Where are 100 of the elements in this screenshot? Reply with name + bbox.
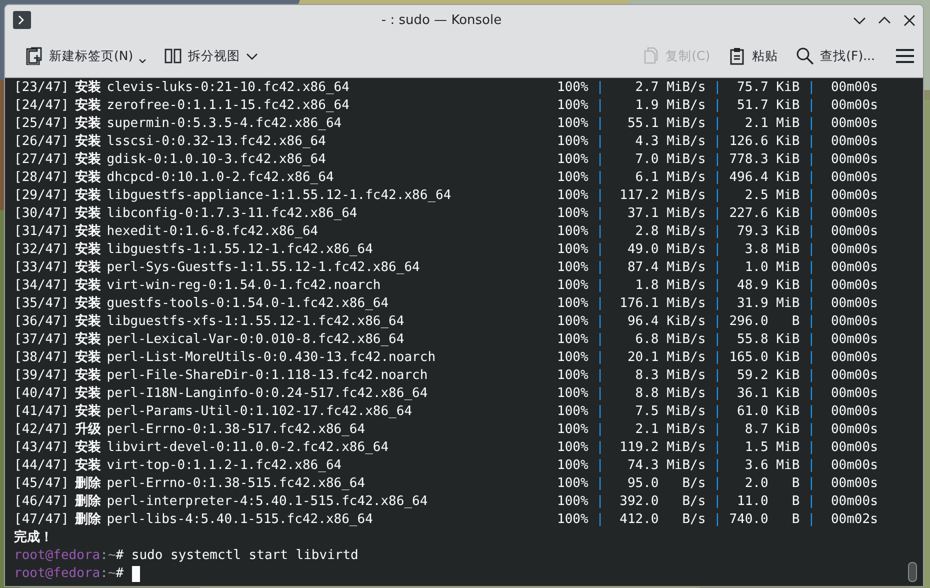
step-counter: [31/47] [14,223,69,241]
action-label: 安装 [74,205,102,223]
step-counter: [32/47] [14,241,69,259]
action-label: 安装 [74,367,102,385]
caret-icon [139,59,146,63]
action-label: 安装 [74,313,102,331]
step-counter: [40/47] [14,385,69,403]
package-name: perl-libs-4:5.40.1-515.fc42.x86_64 [106,511,373,529]
new-tab-icon [25,47,43,65]
action-label: 安装 [74,223,102,241]
action-label: 安装 [74,79,102,97]
action-label: 安装 [74,115,102,133]
package-name: libguestfs-appliance-1:1.55.12-1.fc42.x86_64 [106,187,452,205]
terminal-icon[interactable] [13,11,31,29]
package-name: gdisk-0:1.0.10-3.fc42.x86_64 [106,151,326,169]
package-name: zerofree-0:1.1.1-15.fc42.x86_64 [106,97,350,115]
progress-stats: 100% | 55.1 MiB/s | 2.1 MiB | 00m00s [557,115,878,133]
package-name: supermin-0:5.3.5-4.fc42.x86_64 [106,115,342,133]
progress-stats: 100% | 4.3 MiB/s | 126.6 KiB | 00m00s [557,133,878,151]
progress-stats: 100% | 2.8 MiB/s | 79.3 KiB | 00m00s [557,223,878,241]
progress-stats: 100% | 7.5 MiB/s | 61.0 KiB | 00m00s [557,403,878,421]
step-counter: [25/47] [14,115,69,133]
step-counter: [44/47] [14,457,69,475]
prompt-symbol: # [116,565,124,583]
action-label: 删除 [74,511,102,529]
step-counter: [24/47] [14,97,69,115]
command-text: sudo systemctl start libvirtd [130,547,358,565]
package-name: lsscsi-0:0.32-13.fc42.x86_64 [106,133,326,151]
progress-stats: 100% | 49.0 MiB/s | 3.8 MiB | 00m00s [557,241,878,259]
progress-stats: 100% | 74.3 MiB/s | 3.6 MiB | 00m00s [557,457,878,475]
action-label: 安装 [74,151,102,169]
progress-stats: 100% | 1.8 MiB/s | 48.9 KiB | 00m00s [557,277,878,295]
step-counter: [35/47] [14,295,69,313]
progress-stats: 100% | 117.2 MiB/s | 2.5 MiB | 00m00s [557,187,878,205]
action-label: 删除 [74,493,102,511]
package-name: perl-Errno-0:1.38-517.fc42.x86_64 [106,421,366,439]
step-counter: [34/47] [14,277,69,295]
step-counter: [38/47] [14,349,69,367]
package-name: perl-interpreter-4:5.40.1-515.fc42.x86_64 [106,493,428,511]
package-name: libguestfs-xfs-1:1.55.12-1.fc42.x86_64 [106,313,404,331]
prompt-user-host: root@fedora [14,547,100,565]
step-counter: [42/47] [14,421,69,439]
new-tab-button[interactable]: 新建标签页(N) [19,43,152,69]
action-label: 安装 [74,439,102,457]
clipboard-icon [728,47,746,65]
progress-stats: 100% | 1.9 MiB/s | 51.7 KiB | 00m00s [557,97,878,115]
progress-stats: 100% | 8.3 MiB/s | 59.2 KiB | 00m00s [557,367,878,385]
step-counter: [41/47] [14,403,69,421]
step-counter: [36/47] [14,313,69,331]
step-counter: [43/47] [14,439,69,457]
copy-icon [642,47,660,65]
package-name: libvirt-devel-0:11.0.0-2.fc42.x86_64 [106,439,389,457]
progress-stats: 100% | 176.1 MiB/s | 31.9 MiB | 00m00s [557,295,878,313]
progress-stats: 100% | 119.2 MiB/s | 1.5 MiB | 00m00s [557,439,878,457]
prompt-user-host: root@fedora [14,565,100,583]
step-counter: [47/47] [14,511,69,529]
package-name: perl-I18N-Langinfo-0:0.24-517.fc42.x86_64 [106,385,428,403]
progress-stats: 100% | 412.0 B/s | 740.0 B | 00m02s [557,511,878,529]
action-label: 安装 [74,349,102,367]
prompt-symbol: # [116,547,124,565]
prompt-path: :~ [100,547,116,565]
search-icon [796,47,814,65]
paste-button[interactable]: 粘贴 [722,43,784,69]
close-icon[interactable] [902,12,917,28]
menu-icon[interactable] [895,47,915,65]
progress-stats: 100% | 2.7 MiB/s | 75.7 KiB | 00m00s [557,79,878,97]
progress-stats: 100% | 87.4 MiB/s | 1.0 MiB | 00m00s [557,259,878,277]
step-counter: [45/47] [14,475,69,493]
prompt-path: :~ [100,565,116,583]
action-label: 删除 [74,475,102,493]
scrollbar-thumb[interactable] [908,562,917,582]
package-name: perl-List-MoreUtils-0:0.430-13.fc42.noarch [106,349,436,367]
window-title: - : sudo — Konsole [380,12,503,28]
step-counter: [26/47] [14,133,69,151]
split-view-icon [164,47,182,65]
action-label: 安装 [74,277,102,295]
package-name: perl-Params-Util-0:1.102-17.fc42.x86_64 [106,403,412,421]
step-counter: [29/47] [14,187,69,205]
split-button[interactable]: 拆分视图 [158,43,264,69]
step-counter: [23/47] [14,79,69,97]
progress-stats: 100% | 392.0 B/s | 11.0 B | 00m00s [557,493,878,511]
action-label: 安装 [74,133,102,151]
action-label: 安装 [74,385,102,403]
action-label: 安装 [74,97,102,115]
step-counter: [28/47] [14,169,69,187]
action-label: 安装 [74,295,102,313]
package-name: perl-Sys-Guestfs-1:1.55.12-1.fc42.x86_64 [106,259,420,277]
progress-stats: 100% | 95.0 B/s | 2.0 B | 00m00s [557,475,878,493]
progress-stats: 100% | 8.8 MiB/s | 36.1 KiB | 00m00s [557,385,878,403]
package-name: guestfs-tools-0:1.54.0-1.fc42.x86_64 [106,295,389,313]
action-label: 安装 [74,259,102,277]
package-name: virt-win-reg-0:1.54.0-1.fc42.noarch [106,277,381,295]
action-label: 安装 [74,241,102,259]
progress-stats: 100% | 20.1 MiB/s | 165.0 KiB | 00m00s [557,349,878,367]
find-button[interactable]: 查找(F)... [790,43,881,69]
package-name: virt-top-0:1.1.2-1.fc42.x86_64 [106,457,342,475]
progress-stats: 100% | 6.8 MiB/s | 55.8 KiB | 00m00s [557,331,878,349]
action-label: 安装 [74,187,102,205]
progress-stats: 100% | 7.0 MiB/s | 778.3 KiB | 00m00s [557,151,878,169]
progress-stats: 100% | 96.4 KiB/s | 296.0 B | 00m00s [557,313,878,331]
